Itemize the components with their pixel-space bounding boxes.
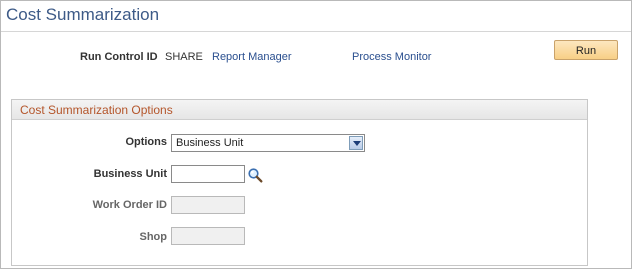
options-label: Options (125, 136, 167, 148)
business-unit-label: Business Unit (93, 168, 167, 180)
report-manager-link[interactable]: Report Manager (212, 51, 292, 63)
options-select[interactable]: Business Unit (171, 134, 365, 152)
work-order-id-input (171, 196, 245, 214)
process-monitor-link[interactable]: Process Monitor (352, 51, 431, 63)
shop-input (171, 227, 245, 245)
title-divider (1, 31, 631, 32)
work-order-id-label: Work Order ID (92, 199, 167, 211)
run-button[interactable]: Run (554, 40, 618, 60)
options-selected-value: Business Unit (176, 137, 244, 149)
business-unit-input[interactable] (171, 165, 245, 183)
chevron-down-icon[interactable] (349, 136, 363, 150)
shop-label: Shop (139, 231, 168, 243)
run-control-label: Run Control ID (80, 51, 158, 63)
magnifier-icon[interactable] (247, 167, 263, 183)
group-header: Cost Summarization Options (12, 100, 587, 120)
group-title: Cost Summarization Options (20, 103, 173, 117)
run-control-value: SHARE (165, 51, 203, 63)
page-frame: Cost Summarization Run Control ID SHARE … (0, 0, 632, 269)
page-title: Cost Summarization (6, 5, 160, 24)
